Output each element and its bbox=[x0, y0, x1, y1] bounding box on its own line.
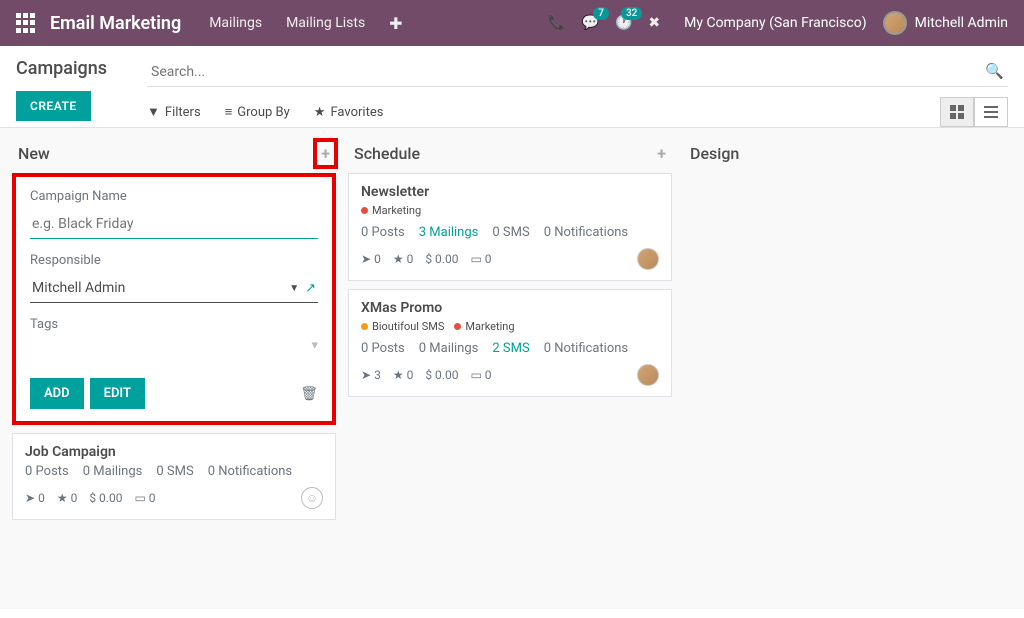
filters-dropdown[interactable]: ▼Filters bbox=[147, 104, 201, 120]
priority-icon[interactable]: ★ 0 bbox=[393, 368, 414, 382]
owner-avatar[interactable] bbox=[637, 248, 659, 270]
tag-dot-icon bbox=[361, 207, 368, 214]
star-icon: ★ bbox=[314, 105, 326, 120]
stat-sms[interactable]: 0 SMS bbox=[492, 225, 529, 240]
list-icon: ≡ bbox=[225, 104, 233, 120]
card-title: Newsletter bbox=[361, 184, 659, 200]
revenue-icon[interactable]: ▭ 0 bbox=[470, 368, 491, 382]
responsible-value: Mitchell Admin bbox=[32, 280, 283, 296]
column-schedule: Schedule + Newsletter Marketing 0 Posts … bbox=[342, 138, 678, 599]
clicks-icon[interactable]: ➤ 0 bbox=[25, 491, 45, 505]
tag-bioutifoul-sms: Bioutifoul SMS bbox=[361, 320, 444, 333]
owner-avatar[interactable] bbox=[637, 364, 659, 386]
card-xmas-promo[interactable]: XMas Promo Bioutifoul SMS Marketing 0 Po… bbox=[348, 289, 672, 397]
nav-add-icon[interactable]: ✚ bbox=[389, 14, 402, 33]
tag-dot-icon bbox=[361, 323, 368, 330]
column-title[interactable]: Schedule bbox=[354, 144, 420, 163]
cost-label: $ 0.00 bbox=[89, 491, 122, 505]
clicks-icon[interactable]: ➤ 0 bbox=[361, 252, 381, 266]
phone-icon[interactable]: 📞 bbox=[548, 15, 565, 31]
groupby-dropdown[interactable]: ≡Group By bbox=[225, 104, 290, 120]
search-icon[interactable]: 🔍 bbox=[985, 62, 1004, 80]
card-title: XMas Promo bbox=[361, 300, 659, 316]
field-label-tags: Tags bbox=[30, 317, 318, 332]
brand[interactable]: Email Marketing bbox=[50, 13, 181, 34]
control-bar: Campaigns CREATE 🔍 ▼Filters ≡Group By ★F… bbox=[0, 46, 1024, 127]
stat-posts[interactable]: 0 Posts bbox=[25, 464, 69, 479]
column-add-button[interactable]: + bbox=[657, 144, 666, 163]
column-title[interactable]: Design bbox=[690, 144, 739, 163]
tag-marketing: Marketing bbox=[454, 320, 514, 333]
stat-posts[interactable]: 0 Posts bbox=[361, 341, 405, 356]
list-view-icon bbox=[984, 105, 998, 119]
activities-badge: 32 bbox=[621, 7, 642, 20]
field-label-responsible: Responsible bbox=[30, 253, 318, 268]
nav-mailings[interactable]: Mailings bbox=[209, 15, 262, 31]
card-job-campaign[interactable]: Job Campaign 0 Posts 0 Mailings 0 SMS 0 … bbox=[12, 433, 336, 520]
kanban-board: New + Campaign Name Responsible Mitchell… bbox=[0, 127, 1024, 609]
messages-badge: 7 bbox=[593, 7, 609, 20]
revenue-icon[interactable]: ▭ 0 bbox=[470, 252, 491, 266]
tag-dot-icon bbox=[454, 323, 461, 330]
tag-marketing: Marketing bbox=[361, 204, 421, 217]
kanban-view-button[interactable] bbox=[940, 97, 974, 127]
stat-sms[interactable]: 0 SMS bbox=[156, 464, 193, 479]
tags-input[interactable]: ▾ bbox=[30, 338, 318, 366]
priority-icon[interactable]: ★ 0 bbox=[393, 252, 414, 266]
column-title[interactable]: New bbox=[18, 144, 50, 163]
company-selector[interactable]: My Company (San Francisco) bbox=[684, 15, 866, 31]
card-title: Job Campaign bbox=[25, 444, 323, 460]
cost-label: $ 0.00 bbox=[425, 252, 458, 266]
nav-mailing-lists[interactable]: Mailing Lists bbox=[286, 15, 365, 31]
external-link-icon[interactable]: ↗ bbox=[305, 281, 316, 296]
discard-icon[interactable]: 🗑 bbox=[300, 386, 318, 402]
stat-mailings[interactable]: 0 Mailings bbox=[83, 464, 143, 479]
stat-notifications[interactable]: 0 Notifications bbox=[544, 225, 628, 240]
column-add-button[interactable]: + bbox=[321, 144, 330, 163]
stat-mailings[interactable]: 3 Mailings bbox=[419, 225, 479, 240]
chevron-down-icon: ▼ bbox=[289, 283, 299, 294]
create-button[interactable]: CREATE bbox=[16, 91, 91, 121]
wrench-icon[interactable]: ✖ bbox=[648, 15, 660, 31]
column-new: New + Campaign Name Responsible Mitchell… bbox=[6, 138, 342, 599]
kanban-icon bbox=[950, 105, 964, 119]
activities-icon[interactable]: 🕐32 bbox=[615, 15, 632, 31]
card-newsletter[interactable]: Newsletter Marketing 0 Posts 3 Mailings … bbox=[348, 173, 672, 281]
column-design: Design bbox=[678, 138, 1014, 599]
funnel-icon: ▼ bbox=[147, 104, 160, 120]
user-menu[interactable]: Mitchell Admin bbox=[915, 15, 1008, 31]
quick-create-form: Campaign Name Responsible Mitchell Admin… bbox=[12, 173, 336, 425]
clicks-icon[interactable]: ➤ 3 bbox=[361, 368, 381, 382]
stat-mailings[interactable]: 0 Mailings bbox=[419, 341, 479, 356]
stat-notifications[interactable]: 0 Notifications bbox=[544, 341, 628, 356]
priority-icon[interactable]: ★ 0 bbox=[57, 491, 78, 505]
apps-icon[interactable] bbox=[16, 13, 36, 33]
revenue-icon[interactable]: ▭ 0 bbox=[134, 491, 155, 505]
responsible-select[interactable]: Mitchell Admin ▼ ↗ bbox=[30, 274, 318, 303]
stat-notifications[interactable]: 0 Notifications bbox=[208, 464, 292, 479]
breadcrumb-title[interactable]: Campaigns bbox=[16, 58, 107, 79]
cost-label: $ 0.00 bbox=[425, 368, 458, 382]
user-avatar[interactable] bbox=[883, 11, 907, 35]
search-input[interactable] bbox=[147, 58, 1008, 87]
field-label-name: Campaign Name bbox=[30, 189, 318, 204]
edit-button[interactable]: EDIT bbox=[90, 378, 145, 409]
activity-icon[interactable]: ☺ bbox=[301, 487, 323, 509]
stat-sms[interactable]: 2 SMS bbox=[492, 341, 529, 356]
topbar: Email Marketing Mailings Mailing Lists ✚… bbox=[0, 0, 1024, 46]
favorites-dropdown[interactable]: ★Favorites bbox=[314, 105, 384, 120]
messages-icon[interactable]: 💬7 bbox=[582, 15, 599, 31]
campaign-name-input[interactable] bbox=[30, 210, 318, 239]
stat-posts[interactable]: 0 Posts bbox=[361, 225, 405, 240]
add-button[interactable]: ADD bbox=[30, 378, 84, 409]
list-view-button[interactable] bbox=[974, 97, 1008, 127]
